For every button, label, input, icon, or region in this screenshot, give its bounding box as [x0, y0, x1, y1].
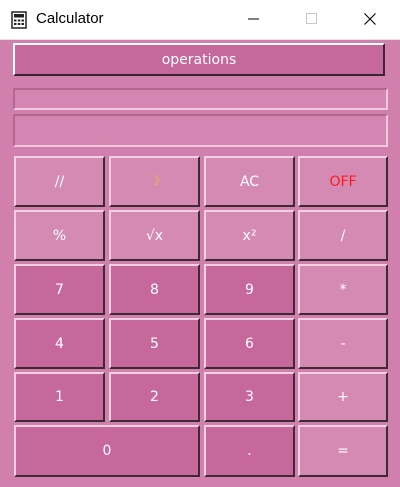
digit-1-button[interactable]: 1	[14, 372, 105, 422]
digit-7-button[interactable]: 7	[14, 264, 105, 315]
digit-4-button[interactable]: 4	[14, 318, 105, 369]
digit-2-button[interactable]: 2	[109, 372, 200, 422]
title-bar: Calculator	[0, 0, 400, 40]
digit-8-button[interactable]: 8	[109, 264, 200, 315]
subtract-button[interactable]: -	[298, 318, 388, 369]
multiply-button[interactable]: *	[298, 264, 388, 315]
window-title: Calculator	[36, 10, 104, 27]
result-display	[13, 114, 388, 147]
square-button[interactable]: x²	[204, 210, 295, 261]
calculator-icon	[11, 11, 27, 29]
history-display	[13, 88, 388, 110]
percent-button[interactable]: %	[14, 210, 105, 261]
close-icon	[364, 10, 376, 29]
maximize-button[interactable]	[289, 0, 335, 39]
digit-5-button[interactable]: 5	[109, 318, 200, 369]
decimal-button[interactable]: .	[204, 425, 295, 477]
equals-button[interactable]: =	[298, 425, 388, 477]
off-button[interactable]: OFF	[298, 156, 388, 207]
theme-toggle-button[interactable]: ☽	[109, 156, 200, 207]
digit-6-button[interactable]: 6	[204, 318, 295, 369]
minimize-button[interactable]	[231, 0, 277, 39]
operations-button[interactable]: operations	[13, 43, 385, 76]
minimize-icon	[248, 10, 260, 29]
clear-button[interactable]: AC	[204, 156, 295, 207]
off-label: OFF	[329, 173, 357, 190]
digit-0-button[interactable]: 0	[14, 425, 200, 477]
calculator-window: Calculator operations // ☽ AC OFF % √x x…	[0, 0, 400, 487]
digit-3-button[interactable]: 3	[204, 372, 295, 422]
maximize-icon	[306, 10, 318, 29]
moon-icon: ☽	[148, 174, 161, 189]
digit-9-button[interactable]: 9	[204, 264, 295, 315]
floor-divide-button[interactable]: //	[14, 156, 105, 207]
divide-button[interactable]: /	[298, 210, 388, 261]
square-root-button[interactable]: √x	[109, 210, 200, 261]
close-button[interactable]	[347, 0, 393, 39]
add-button[interactable]: +	[298, 372, 388, 422]
